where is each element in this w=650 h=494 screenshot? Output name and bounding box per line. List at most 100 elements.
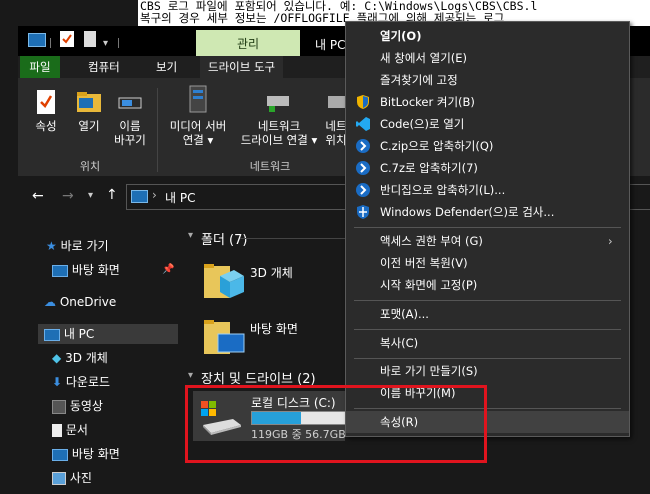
breadcrumb-this-pc[interactable]: 내 PC	[165, 189, 195, 206]
desktop-icon	[52, 264, 68, 277]
tab-drive-tools[interactable]: 드라이브 도구	[200, 56, 284, 78]
bandizip-icon	[356, 183, 370, 197]
folder-item-desktop[interactable]: 바탕 화면	[200, 314, 345, 360]
network-drive-label-2: 드라이브 연결 ▾	[240, 133, 318, 147]
sidebar-item-label: 동영상	[69, 399, 103, 413]
download-icon: ⬇	[52, 375, 63, 389]
open-button[interactable]: 열기	[72, 88, 106, 133]
media-server-label-2: 연결 ▾	[182, 133, 214, 147]
divider	[118, 38, 119, 48]
menu-item-label: C.7z로 압축하기(7)	[380, 161, 478, 175]
map-network-drive-button[interactable]: 네트워크 드라이브 연결 ▾	[234, 88, 324, 147]
properties-button[interactable]: 속성	[28, 88, 64, 133]
sidebar-item-quick-access[interactable]: ★ 바로 가기	[46, 236, 109, 256]
folder-desktop-icon	[204, 320, 245, 354]
menu-item-give-access[interactable]: 액세스 권한 부여 (G) ›	[346, 230, 629, 252]
sidebar-item-downloads[interactable]: ⬇ 다운로드	[52, 372, 110, 392]
rename-button[interactable]: 이름 바꾸기	[110, 88, 150, 147]
menu-item-bitlocker[interactable]: BitLocker 켜기(B)	[346, 91, 629, 113]
divider	[240, 238, 345, 239]
sidebar-item-onedrive[interactable]: ☁ OneDrive	[44, 292, 116, 312]
back-arrow-icon[interactable]: ←	[32, 188, 44, 204]
menu-item-label: 열기(O)	[380, 29, 422, 43]
collapse-drives-chevron-icon[interactable]: ▾	[188, 370, 193, 381]
menu-item-label: 포맷(A)...	[380, 307, 429, 321]
menu-item-label: 바로 가기 만들기(S)	[380, 364, 478, 378]
group-label-location: 위치	[79, 160, 101, 173]
menu-item-copy[interactable]: 복사(C)	[346, 332, 629, 354]
bandizip-icon	[356, 139, 370, 153]
window-title: 내 PC	[315, 38, 346, 52]
pin-icon[interactable]: 📌	[162, 260, 174, 280]
recent-locations-chevron-icon[interactable]: ▾	[88, 190, 93, 201]
menu-item-defender-scan[interactable]: Windows Defender(으)로 검사...	[346, 201, 629, 223]
tab-computer[interactable]: 컴퓨터	[80, 56, 128, 78]
sidebar-item-label: 다운로드	[65, 375, 111, 389]
collapse-folders-chevron-icon[interactable]: ▾	[188, 230, 193, 241]
pc-icon	[44, 328, 60, 341]
sidebar-item-desktop-pinned[interactable]: 바탕 화면 📌	[52, 260, 178, 280]
menu-item-open-new-window[interactable]: 새 창에서 열기(E)	[346, 47, 629, 69]
network-drive-icon	[267, 96, 289, 112]
menu-item-compress-bandizip[interactable]: 반디집으로 압축하기(L)...	[346, 179, 629, 201]
breadcrumb-separator: ›	[152, 188, 157, 202]
menu-item-format[interactable]: 포맷(A)...	[346, 303, 629, 325]
context-menu: 열기(O) 새 창에서 열기(E) 즐겨찾기에 고정 BitLocker 켜기(…	[345, 21, 630, 437]
menu-item-create-shortcut[interactable]: 바로 가기 만들기(S)	[346, 360, 629, 382]
sidebar-item-desktop[interactable]: 바탕 화면	[52, 444, 120, 464]
menu-item-open[interactable]: 열기(O)	[346, 25, 629, 47]
sidebar-item-label: 바탕 화면	[71, 263, 120, 277]
properties-qa-icon[interactable]	[60, 31, 74, 47]
shield-icon	[357, 95, 369, 109]
sidebar-item-pictures[interactable]: 사진	[52, 468, 92, 488]
picture-icon	[52, 472, 66, 485]
sidebar-item-documents[interactable]: 문서	[52, 420, 88, 440]
menu-item-compress-7z[interactable]: C.7z로 압축하기(7)	[346, 157, 629, 179]
menu-separator	[354, 358, 621, 359]
sidebar-item-videos[interactable]: 동영상	[52, 396, 103, 416]
properties-label: 속성	[35, 119, 57, 133]
up-arrow-icon[interactable]: ↑	[106, 187, 118, 203]
star-icon: ★	[46, 239, 57, 253]
tab-manage[interactable]: 관리	[196, 30, 300, 56]
sidebar-item-3d-objects[interactable]: ◆ 3D 개체	[52, 348, 108, 368]
new-folder-qa-icon[interactable]	[84, 31, 96, 47]
media-server-label-1: 미디어 서버	[169, 119, 227, 133]
folder-open-icon	[77, 92, 101, 112]
sidebar-item-this-pc[interactable]: 내 PC	[38, 324, 178, 344]
group-label-network: 네트워크	[249, 160, 291, 173]
menu-item-label: 액세스 권한 부여 (G)	[380, 234, 483, 248]
chevron-down-icon[interactable]: ▾	[103, 38, 108, 49]
folder-label: 바탕 화면	[250, 322, 298, 336]
menu-item-label: 반디집으로 압축하기(L)...	[380, 183, 506, 197]
sidebar-item-label: 문서	[65, 423, 88, 437]
tab-file[interactable]: 파일	[20, 56, 60, 78]
menu-item-open-with-code[interactable]: Code(으)로 열기	[346, 113, 629, 135]
menu-separator	[354, 300, 621, 301]
submenu-arrow-icon: ›	[608, 234, 613, 248]
menu-item-label: 즐겨찾기에 고정	[380, 73, 458, 87]
document-icon	[52, 424, 62, 437]
highlight-box	[185, 385, 487, 463]
vscode-icon	[356, 117, 370, 131]
bandizip-icon	[356, 161, 370, 175]
menu-item-compress-zip[interactable]: C.zip으로 압축하기(Q)	[346, 135, 629, 157]
cube-icon: ◆	[52, 351, 62, 365]
menu-separator	[354, 227, 621, 228]
tab-view[interactable]: 보기	[148, 56, 185, 78]
forward-arrow-icon[interactable]: →	[62, 188, 74, 204]
network-location-label-1: 네트	[325, 119, 347, 133]
menu-item-restore-versions[interactable]: 이전 버전 복원(V)	[346, 252, 629, 274]
folder-item-3d-objects[interactable]: 3D 개체	[200, 258, 345, 304]
divider	[50, 38, 51, 48]
properties-icon	[37, 90, 55, 114]
media-server-button[interactable]: 미디어 서버 연결 ▾	[160, 84, 236, 147]
network-drive-label-1: 네트워크	[257, 119, 301, 133]
sidebar-item-label: OneDrive	[59, 295, 117, 309]
defender-icon	[357, 205, 369, 219]
menu-item-pin-quick-access[interactable]: 즐겨찾기에 고정	[346, 69, 629, 91]
menu-item-label: 이전 버전 복원(V)	[380, 256, 468, 270]
menu-item-pin-start[interactable]: 시작 화면에 고정(P)	[346, 274, 629, 296]
rename-label-2: 바꾸기	[114, 133, 146, 147]
menu-item-label: C.zip으로 압축하기(Q)	[380, 139, 494, 153]
